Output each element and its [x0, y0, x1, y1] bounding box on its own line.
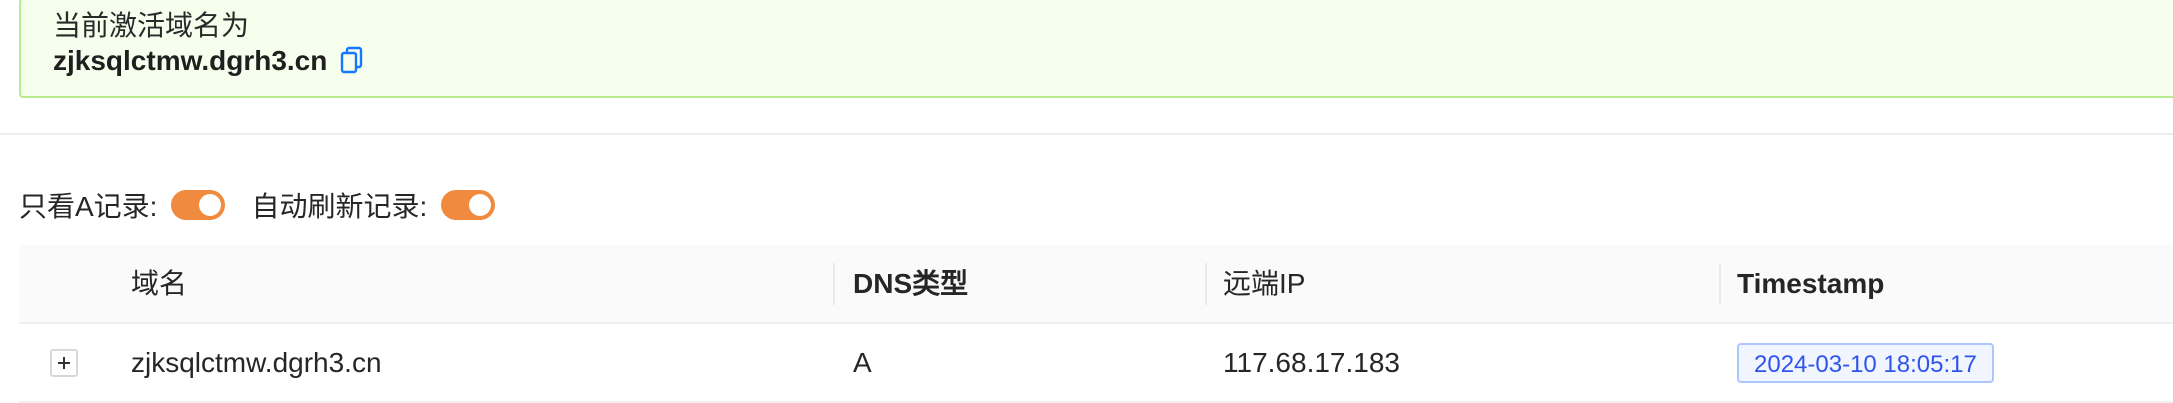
column-header-domain[interactable]: 域名	[131, 245, 187, 322]
column-header-timestamp[interactable]: Timestamp	[1737, 245, 1884, 322]
alert-domain-row: zjksqlctmw.dgrh3.cn	[53, 45, 365, 77]
switch-knob	[199, 194, 222, 216]
filter-bar: 只看A记录: 自动刷新记录:	[19, 185, 521, 225]
active-domain-text: zjksqlctmw.dgrh3.cn	[53, 45, 328, 76]
alert-title: 当前激活域名为	[53, 10, 250, 41]
table-header: 域名 DNS类型 远端IP Timestamp	[19, 245, 2173, 324]
only-a-records-label: 只看A记录:	[19, 191, 158, 222]
copy-icon[interactable]	[339, 46, 365, 76]
column-header-dns-type[interactable]: DNS类型	[853, 245, 968, 322]
cell-remote-ip: 117.68.17.183	[1223, 347, 1400, 378]
table-row: zjksqlctmw.dgrh3.cn A 117.68.17.183 2024…	[19, 324, 2173, 403]
cell-domain: zjksqlctmw.dgrh3.cn	[131, 347, 382, 378]
dns-records-table: 域名 DNS类型 远端IP Timestamp zjksqlctmw.dgrh3…	[19, 245, 2173, 403]
section-divider	[0, 133, 2173, 135]
expand-row-button[interactable]	[50, 349, 78, 377]
column-header-remote-ip[interactable]: 远端IP	[1223, 245, 1305, 322]
switch-knob	[469, 194, 492, 216]
only-a-records-switch[interactable]	[171, 190, 226, 220]
column-separator	[1719, 263, 1721, 305]
timestamp-tag: 2024-03-10 18:05:17	[1737, 343, 1994, 383]
auto-refresh-switch[interactable]	[441, 190, 496, 220]
auto-refresh-label: 自动刷新记录:	[251, 191, 428, 222]
cell-dns-type: A	[853, 347, 872, 378]
column-separator	[833, 263, 835, 305]
active-domain-alert: 当前激活域名为 zjksqlctmw.dgrh3.cn	[19, 0, 2173, 98]
column-separator	[1205, 263, 1207, 305]
